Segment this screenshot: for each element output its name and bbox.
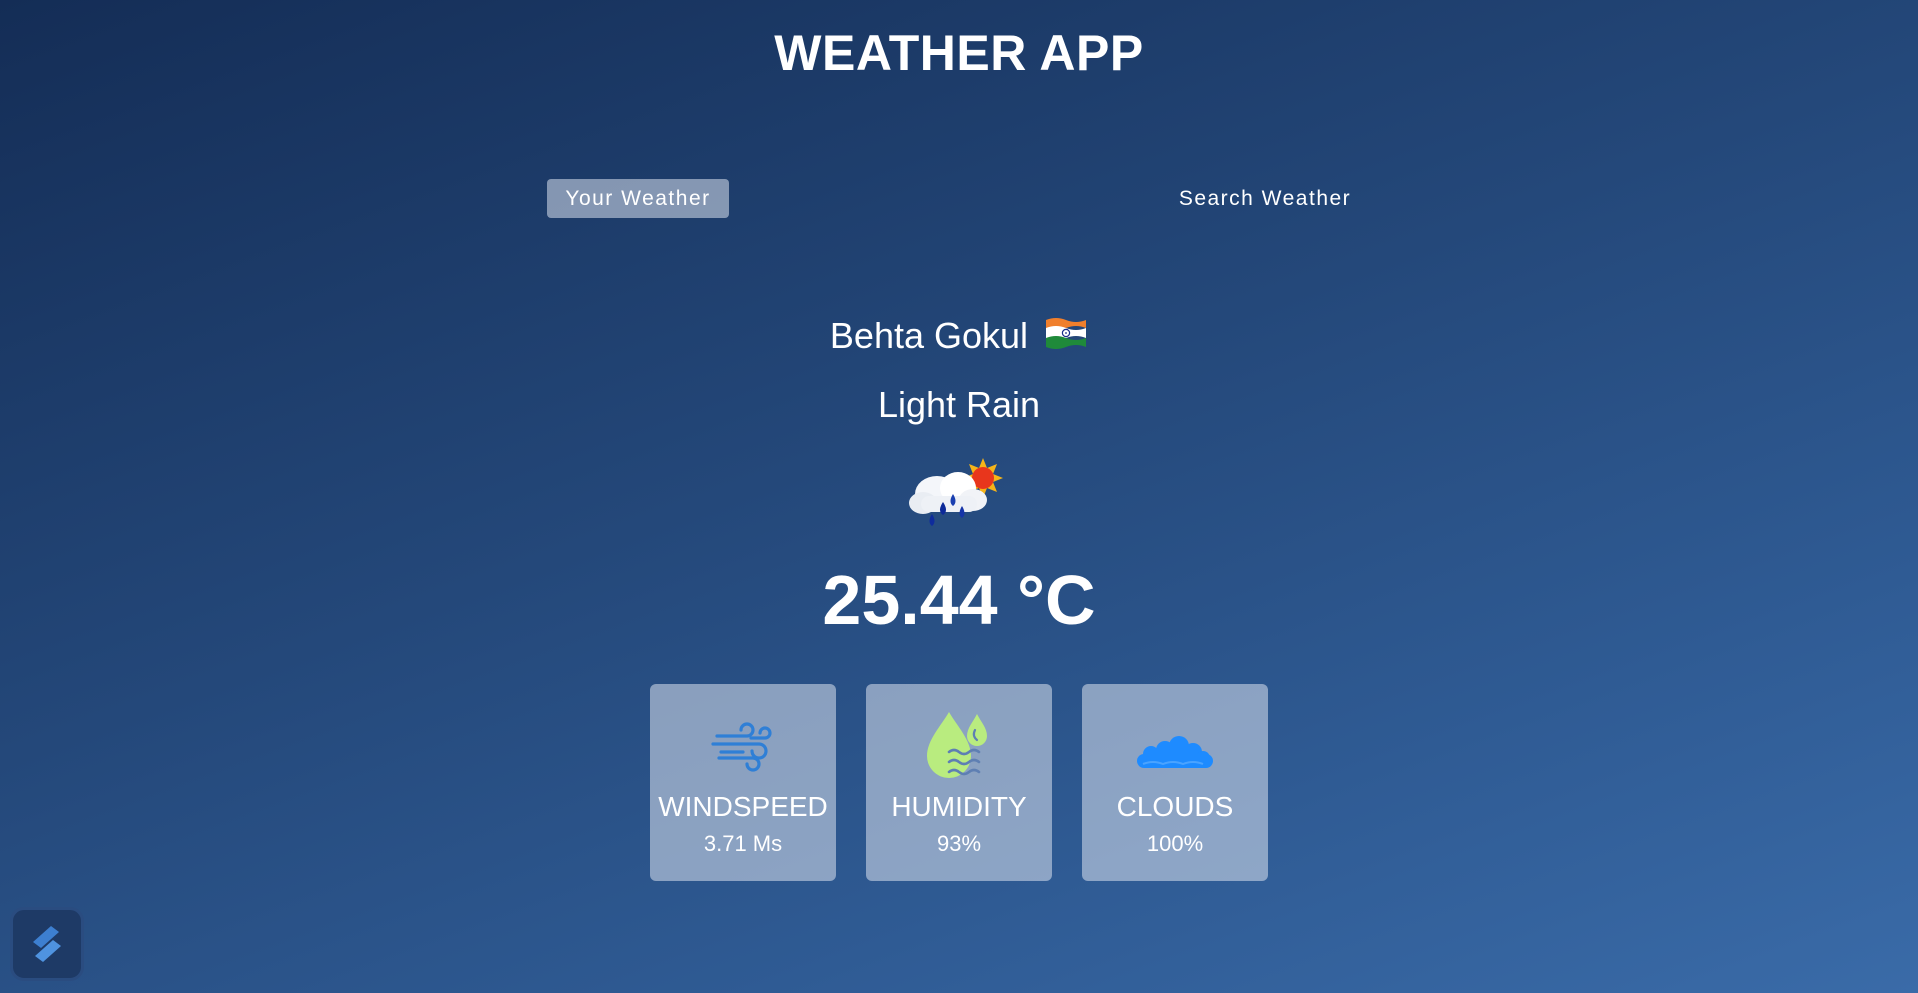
humidity-icon bbox=[927, 712, 987, 778]
humidity-value: 93% bbox=[936, 831, 982, 856]
wind-icon bbox=[711, 722, 772, 772]
app-title: WEATHER APP bbox=[774, 25, 1144, 81]
tab-your-weather[interactable]: Your Weather bbox=[547, 179, 729, 218]
city-name: Behta Gokul bbox=[829, 315, 1029, 356]
windspeed-value: 3.71 Ms bbox=[703, 831, 783, 856]
weather-description: Light Rain bbox=[877, 384, 1041, 425]
tab-search-weather[interactable]: Search Weather bbox=[1160, 179, 1370, 218]
windspeed-card: WINDSPEED 3.71 Ms bbox=[650, 684, 836, 881]
app-logo-icon bbox=[33, 926, 61, 962]
windspeed-label: WINDSPEED bbox=[658, 791, 828, 822]
clouds-value: 100% bbox=[1146, 831, 1204, 856]
cloud-icon bbox=[1137, 736, 1213, 768]
clouds-card: CLOUDS 100% bbox=[1082, 684, 1268, 881]
location: Behta Gokul bbox=[0, 310, 1918, 362]
temperature: 25.44 °C bbox=[822, 561, 1096, 639]
rain-cloud-sun-icon bbox=[909, 458, 1003, 526]
humidity-card: HUMIDITY 93% bbox=[866, 684, 1052, 881]
india-flag-icon bbox=[1046, 318, 1087, 349]
clouds-label: CLOUDS bbox=[1116, 791, 1234, 822]
app-logo-button[interactable] bbox=[10, 907, 84, 981]
humidity-label: HUMIDITY bbox=[891, 791, 1027, 822]
